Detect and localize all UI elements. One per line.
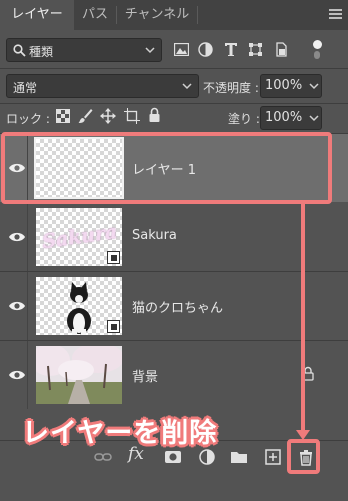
annotation-caption: レイヤーを削除 (22, 418, 218, 449)
highlight-delete-button (287, 439, 320, 474)
annotation-arrow-head (296, 430, 310, 440)
highlight-selected-layer (1, 132, 332, 204)
